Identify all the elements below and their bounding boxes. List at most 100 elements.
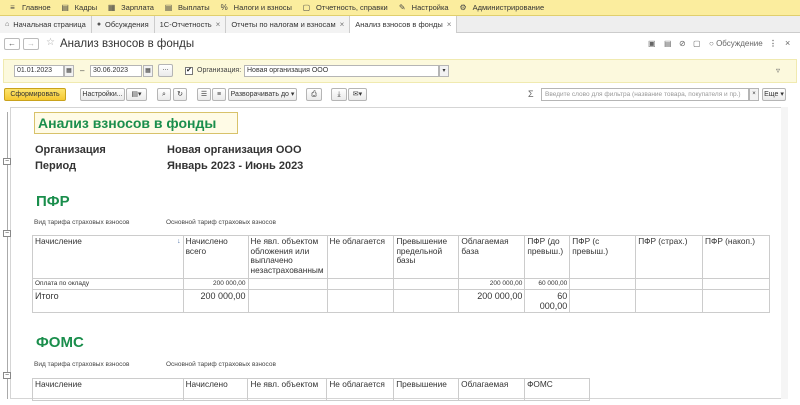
calendar-icon[interactable]: ▦ bbox=[143, 65, 153, 77]
column-header[interactable]: Не явл. объектом обложения или выплачено… bbox=[247, 235, 328, 279]
organization-label: Организация: bbox=[197, 67, 242, 74]
close-icon[interactable]: × bbox=[447, 20, 452, 29]
pfr-heading: ПФР bbox=[36, 193, 70, 210]
wrench-icon: ✎ bbox=[398, 3, 406, 12]
discussion-button[interactable]: ○ Обсуждение bbox=[709, 39, 763, 48]
dropdown-icon[interactable]: ▾ bbox=[439, 65, 449, 77]
table-cell bbox=[569, 278, 637, 290]
menu-item-label: Кадры bbox=[74, 3, 98, 12]
close-icon[interactable]: × bbox=[216, 20, 221, 29]
date-to-field[interactable]: 30.06.2023 bbox=[90, 65, 142, 77]
search-icon[interactable]: ⌕ bbox=[157, 88, 171, 101]
search-input[interactable]: Введите слово для фильтра (название това… bbox=[541, 88, 749, 101]
scrollbar[interactable] bbox=[781, 107, 788, 399]
close-icon[interactable]: × bbox=[340, 20, 345, 29]
menu-item-personnel[interactable]: ▤ Кадры bbox=[57, 0, 103, 16]
table-header-row: Начисление ↓ Начислено всего Не явл. объе… bbox=[32, 235, 770, 279]
column-header[interactable]: ФОМС bbox=[524, 378, 590, 401]
column-header[interactable]: Начислено всего bbox=[182, 235, 249, 279]
column-header[interactable]: Облагаемая bbox=[458, 378, 526, 401]
back-button[interactable]: ← bbox=[4, 38, 20, 50]
table-cell: Оплата по окладу bbox=[32, 278, 184, 290]
foms-table: Начисление Начислено Не явл. объектом Не… bbox=[32, 378, 590, 401]
table-row[interactable]: Оплата по окладу 200 000,00 200 000,00 6… bbox=[32, 278, 770, 290]
column-header[interactable]: ПФР (накоп.) bbox=[702, 235, 770, 279]
table-cell bbox=[702, 289, 770, 313]
table-cell: 200 000,00 bbox=[458, 289, 526, 313]
menu-item-settings[interactable]: ✎ Настройка bbox=[394, 0, 455, 16]
date-separator: – bbox=[80, 66, 85, 75]
table-cell bbox=[702, 278, 770, 290]
generate-button[interactable]: Сформировать bbox=[4, 88, 66, 101]
column-header[interactable]: Превышение bbox=[393, 378, 460, 401]
save-icon[interactable]: ▣ bbox=[648, 39, 656, 48]
column-header[interactable]: ПФР (с превыш.) bbox=[569, 235, 637, 279]
tab-contributions-analysis[interactable]: Анализ взносов в фонды × bbox=[350, 16, 458, 33]
organization-field[interactable]: Новая организация ООО bbox=[244, 65, 439, 77]
column-header[interactable]: Не явл. объектом bbox=[247, 378, 328, 401]
menu-item-taxes[interactable]: % Налоги и взносы bbox=[216, 0, 298, 16]
menu-item-label: Выплаты bbox=[177, 3, 210, 12]
menu-item-salary[interactable]: ▦ Зарплата bbox=[103, 0, 160, 16]
column-header[interactable]: Облагаемая база bbox=[458, 235, 526, 279]
close-window-icon[interactable]: × bbox=[785, 38, 790, 48]
column-header[interactable]: Начисление bbox=[32, 378, 184, 401]
menu-item-main[interactable]: ≡ Главное bbox=[4, 0, 57, 16]
calendar-icon[interactable]: ▦ bbox=[64, 65, 74, 77]
sort-arrow-icon[interactable]: ↓ bbox=[177, 237, 181, 247]
column-header[interactable]: Не облагается bbox=[326, 378, 395, 401]
collapse-group-icon[interactable]: − bbox=[3, 230, 11, 237]
variant-dropdown-button[interactable]: ▤▾ bbox=[126, 88, 147, 101]
sum-icon[interactable]: Σ bbox=[528, 89, 534, 99]
date-from-field[interactable]: 01.01.2023 bbox=[14, 65, 64, 77]
table-cell bbox=[326, 289, 395, 313]
report-variant-icon: ▤▾ bbox=[131, 91, 142, 98]
refresh-icon[interactable]: ↻ bbox=[173, 88, 187, 101]
menu-item-admin[interactable]: ⚙ Администрирование bbox=[455, 0, 551, 16]
payments-icon: ▤ bbox=[164, 3, 173, 12]
menu-item-label: Главное bbox=[22, 3, 51, 12]
column-header[interactable]: Начислено bbox=[182, 378, 249, 401]
settings-button[interactable]: Настройки... bbox=[80, 88, 125, 101]
tab-tax-reports[interactable]: Отчеты по налогам и взносам × bbox=[226, 16, 351, 33]
tab-1c-reporting[interactable]: 1С-Отчетность × bbox=[154, 16, 227, 33]
more-label: Еще bbox=[764, 91, 779, 98]
organization-value: Новая организация ООО bbox=[167, 144, 302, 156]
report-title: Анализ взносов в фонды bbox=[34, 112, 238, 134]
menu-item-payments[interactable]: ▤ Выплаты bbox=[160, 0, 216, 16]
column-header[interactable]: Начисление ↓ bbox=[32, 235, 184, 279]
print-icon[interactable]: ⎙ bbox=[306, 88, 322, 101]
forward-button[interactable]: → bbox=[23, 38, 39, 50]
favorite-star-icon[interactable]: ☆ bbox=[46, 37, 55, 48]
link-icon[interactable]: ⊘ bbox=[679, 39, 686, 48]
tab-home[interactable]: ⌂ Начальная страница bbox=[0, 16, 92, 33]
more-button[interactable]: Еще ▾ bbox=[762, 88, 786, 101]
send-icon[interactable]: ✉▾ bbox=[348, 88, 367, 101]
collapse-group-icon[interactable]: − bbox=[3, 158, 11, 165]
table-cell bbox=[326, 278, 395, 290]
total-row[interactable]: Итого 200 000,00 200 000,00 60 000,00 bbox=[32, 289, 770, 313]
menu-item-reports[interactable]: ▢ Отчетность, справки bbox=[298, 0, 394, 16]
clear-search-icon[interactable]: × bbox=[749, 88, 759, 101]
tab-discussions[interactable]: ● Обсуждения bbox=[91, 16, 155, 33]
column-header[interactable]: Превышение предельной базы bbox=[393, 235, 460, 279]
discussion-icon: ○ bbox=[709, 39, 717, 48]
more-icon[interactable]: ⋮ bbox=[769, 39, 777, 48]
group-icon[interactable]: ☰ bbox=[197, 88, 211, 101]
period-select-button[interactable]: ... bbox=[158, 64, 173, 77]
table-cell: 60 000,00 bbox=[524, 278, 571, 290]
filter-icon[interactable]: ▿ bbox=[776, 66, 780, 75]
tariff-value: Основной тариф страховых взносов bbox=[166, 361, 276, 368]
collapse-group-icon[interactable]: − bbox=[3, 372, 11, 379]
tab-label: Анализ взносов в фонды bbox=[355, 20, 443, 29]
edit-icon[interactable]: ▢ bbox=[693, 39, 701, 48]
table-cell bbox=[393, 289, 460, 313]
organization-checkbox[interactable]: ✔ bbox=[185, 67, 193, 75]
collapse-icon[interactable]: ≡ bbox=[212, 88, 226, 101]
expand-to-button[interactable]: Разворачивать до ▾ bbox=[228, 88, 297, 101]
column-header[interactable]: ПФР (страх.) bbox=[635, 235, 704, 279]
column-header[interactable]: ПФР (до превыш.) bbox=[524, 235, 571, 279]
print-icon[interactable]: ▤ bbox=[664, 39, 672, 48]
export-icon[interactable]: ⤓ bbox=[331, 88, 347, 101]
column-header[interactable]: Не облагается bbox=[326, 235, 395, 279]
